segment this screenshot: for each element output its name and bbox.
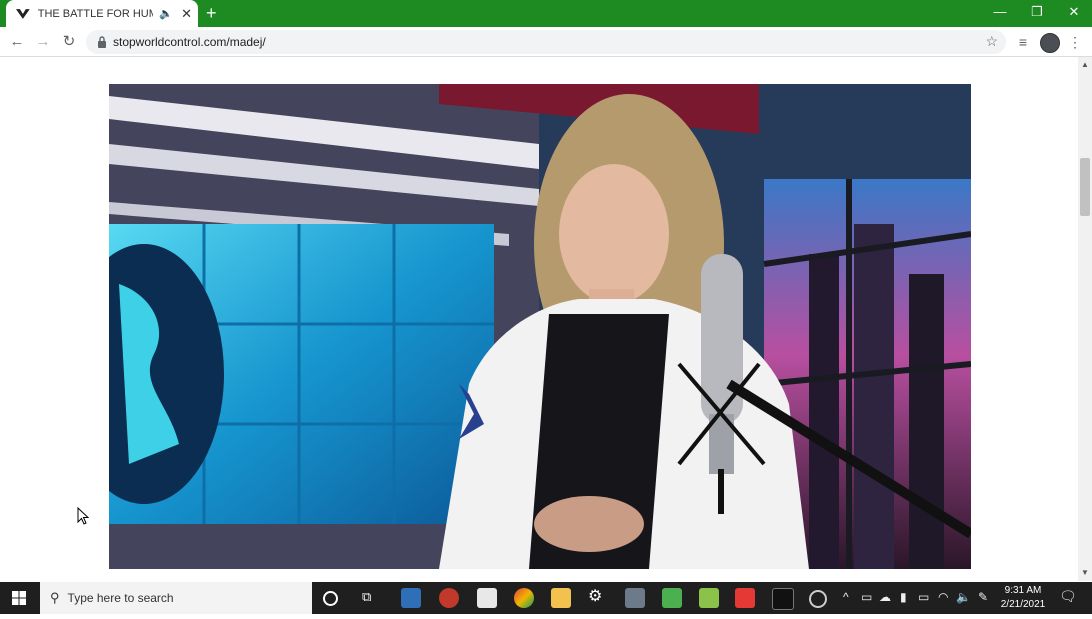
search-placeholder: Type here to search	[67, 591, 174, 605]
chrome-app-icon[interactable]	[514, 588, 534, 608]
pen-icon[interactable]: ✎	[978, 590, 988, 604]
browser-toolbar: ← → ↻ stopworldcontrol.com/madej/ ☆ ≡ ⋮	[0, 27, 1092, 57]
tab-strip: THE BATTLE FOR HUMANITY 🔈 ✕ + — ❐ ✕	[0, 0, 1092, 27]
new-tab-button[interactable]: +	[206, 4, 217, 22]
show-hidden-icons-icon[interactable]: ^	[843, 590, 849, 604]
address-bar[interactable]: stopworldcontrol.com/madej/ ☆	[86, 30, 1006, 54]
restore-button[interactable]: ❐	[1019, 0, 1055, 27]
bookmark-star-icon[interactable]: ☆	[985, 33, 998, 50]
notes-app-icon[interactable]	[699, 588, 719, 608]
video-frame	[109, 84, 971, 569]
epic-games-icon[interactable]	[772, 588, 794, 610]
close-tab-icon[interactable]: ✕	[181, 6, 192, 22]
favicon-icon	[16, 8, 30, 19]
start-button[interactable]	[0, 582, 38, 614]
microphone-icon[interactable]: ▮	[900, 590, 907, 604]
system-clock[interactable]: 9:31 AM 2/21/2021	[996, 584, 1050, 612]
browser-tab[interactable]: THE BATTLE FOR HUMANITY 🔈 ✕	[6, 0, 198, 27]
kebab-menu-icon[interactable]: ⋮	[1065, 32, 1085, 52]
close-window-button[interactable]: ✕	[1056, 0, 1092, 27]
settings-gear-icon[interactable]: ⚙	[588, 586, 608, 606]
task-view-icon[interactable]: ⧉	[362, 589, 382, 609]
red-app-icon[interactable]	[735, 588, 755, 608]
scroll-down-arrow-icon[interactable]: ▼	[1081, 568, 1089, 577]
search-icon: ⚲	[50, 590, 60, 605]
page-scrollbar[interactable]: ▲ ▼	[1078, 57, 1092, 581]
file-explorer-icon[interactable]	[551, 588, 571, 608]
camera-app-icon[interactable]	[625, 588, 645, 608]
wifi-icon[interactable]: ◠	[938, 590, 948, 604]
windows-logo-icon	[12, 591, 26, 605]
arrow-left-icon: ←	[9, 33, 25, 50]
video-player[interactable]	[109, 84, 971, 569]
reload-button[interactable]: ↻	[59, 32, 79, 52]
meet-now-icon[interactable]: ▭	[861, 590, 872, 604]
lock-icon	[98, 36, 106, 48]
cortana-icon[interactable]	[323, 591, 338, 606]
media-control-icon[interactable]: ≡	[1013, 32, 1033, 52]
tab-title: THE BATTLE FOR HUMANITY	[37, 7, 154, 20]
taskbar-search-box[interactable]: ⚲ Type here to search	[40, 582, 312, 614]
minimize-button[interactable]: —	[982, 0, 1018, 27]
url-text: stopworldcontrol.com/madej/	[113, 35, 266, 49]
clock-time: 9:31 AM	[1004, 585, 1042, 596]
battery-icon[interactable]: ▭	[918, 590, 929, 604]
back-button[interactable]: ←	[7, 32, 27, 52]
scrollbar-thumb[interactable]	[1080, 158, 1090, 216]
speaker-icon[interactable]: 🔈	[159, 7, 173, 20]
defender-shield-icon[interactable]	[477, 588, 497, 608]
stack-app-icon[interactable]	[662, 588, 682, 608]
mouse-cursor-icon	[77, 507, 89, 525]
volume-icon[interactable]: 🔈	[956, 590, 971, 604]
page-content	[0, 57, 1078, 581]
reload-icon: ↻	[62, 33, 76, 50]
windows-taskbar: ⚲ Type here to search ⧉ ⚙ ^ ▭ ☁ ▮ ▭ ◠ 🔈 …	[0, 582, 1092, 614]
steam-app-icon[interactable]	[809, 590, 827, 608]
profile-avatar[interactable]	[1040, 33, 1060, 53]
photos-app-icon[interactable]	[401, 588, 421, 608]
forward-button[interactable]: →	[33, 32, 53, 52]
onedrive-cloud-icon[interactable]: ☁	[879, 590, 891, 604]
media-player-icon[interactable]	[439, 588, 459, 608]
clock-date: 2/21/2021	[1000, 599, 1046, 610]
scroll-up-arrow-icon[interactable]: ▲	[1081, 60, 1089, 69]
notifications-icon[interactable]: 🗨	[1059, 588, 1077, 605]
arrow-right-icon: →	[35, 33, 51, 50]
